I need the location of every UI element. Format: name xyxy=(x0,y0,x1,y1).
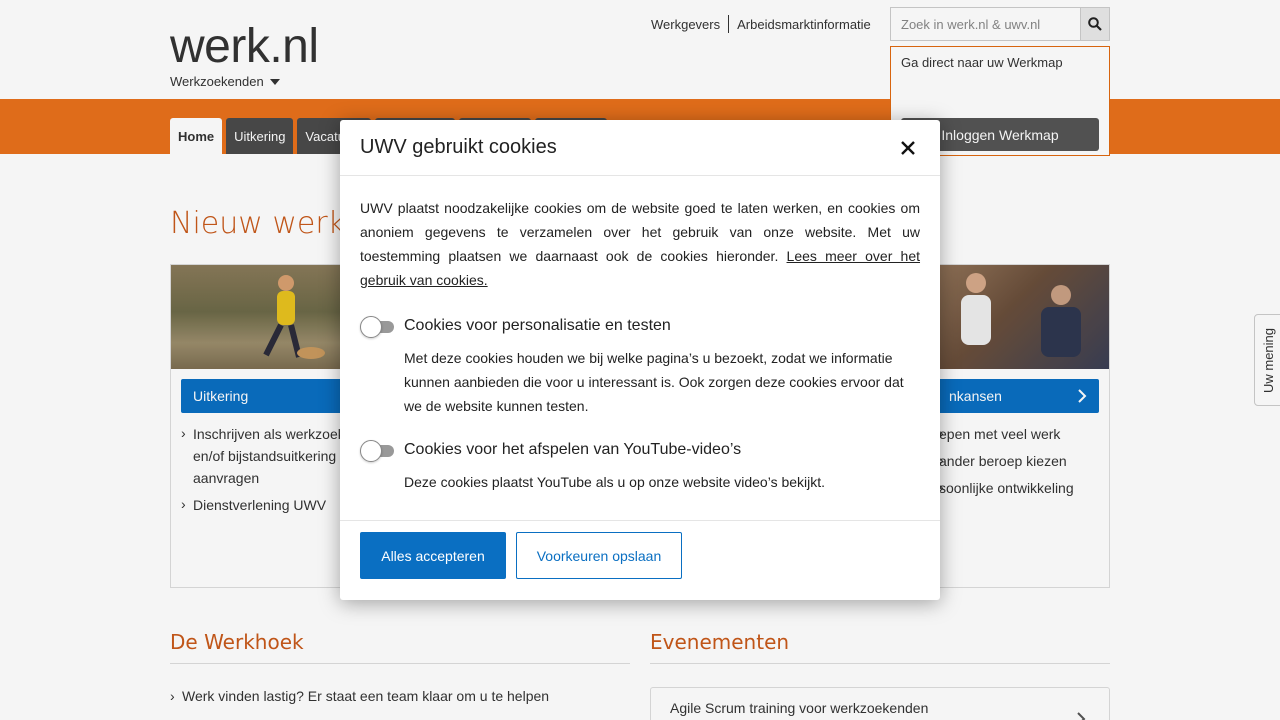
cookie-dialog: UWV gebruikt cookies UWV plaatst noodzak… xyxy=(340,120,940,600)
option-description: Met deze cookies houden we bij welke pag… xyxy=(404,350,904,414)
cookie-option-youtube: Cookies voor het afspelen van YouTube-vi… xyxy=(360,440,920,494)
save-preferences-button[interactable]: Voorkeuren opslaan xyxy=(516,532,682,579)
close-button[interactable] xyxy=(896,136,920,160)
dialog-header: UWV gebruikt cookies xyxy=(340,120,940,176)
toggle-personalisation[interactable] xyxy=(360,316,394,338)
option-label: Cookies voor personalisatie en testen xyxy=(404,317,671,334)
accept-all-button[interactable]: Alles accepteren xyxy=(360,532,506,579)
toggle-youtube[interactable] xyxy=(360,440,394,462)
cookie-intro: UWV plaatst noodzakelijke cookies om de … xyxy=(360,196,920,292)
close-icon xyxy=(901,140,915,155)
option-label: Cookies voor het afspelen van YouTube-vi… xyxy=(404,441,742,458)
cookie-option-personalisation: Cookies voor personalisatie en testen Me… xyxy=(360,316,920,418)
option-description: Deze cookies plaatst YouTube als u op on… xyxy=(404,474,826,490)
dialog-title: UWV gebruikt cookies xyxy=(360,136,557,158)
dialog-footer: Alles accepteren Voorkeuren opslaan xyxy=(340,520,940,600)
dialog-body: UWV plaatst noodzakelijke cookies om de … xyxy=(340,176,940,494)
